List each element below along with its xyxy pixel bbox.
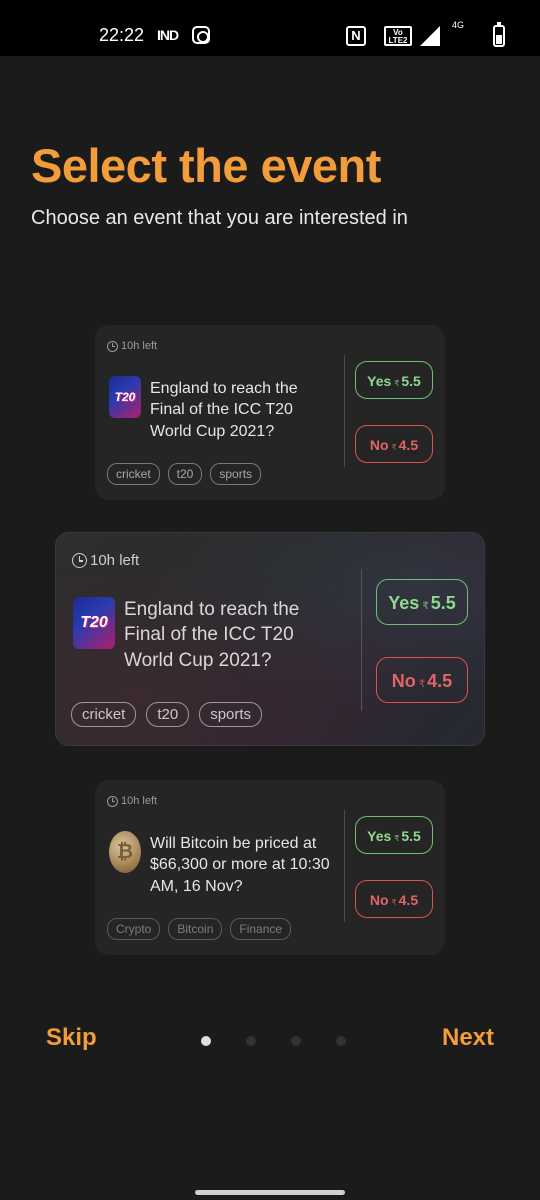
time-left-text: 10h left <box>90 552 140 569</box>
page-dot[interactable] <box>291 1036 301 1046</box>
divider <box>344 355 345 467</box>
status-bar: 22:22 IND N Vo LTE2 4G <box>0 0 540 56</box>
carrier-icon: IND <box>157 27 179 43</box>
yes-button[interactable]: Yes ₹5.5 <box>355 361 433 399</box>
tag-list: cricket t20 sports <box>71 702 272 727</box>
network-4g-icon: 4G <box>452 20 465 30</box>
event-card-focused[interactable]: 10h left T20 England to reach the Final … <box>55 532 485 746</box>
tag: sports <box>199 702 263 727</box>
tag: cricket <box>71 702 137 727</box>
event-card[interactable]: 10h left ₿ Will Bitcoin be priced at $66… <box>95 780 445 955</box>
tag: t20 <box>167 463 203 485</box>
clock-icon <box>72 553 87 568</box>
next-button[interactable]: Next <box>442 1024 494 1052</box>
event-question: Will Bitcoin be priced at $66,300 or mor… <box>150 835 330 895</box>
clock-icon <box>107 795 118 807</box>
tag-list: Crypto Bitcoin Finance <box>107 918 299 940</box>
tag: Crypto <box>107 918 161 940</box>
bitcoin-icon: ₿ <box>109 831 141 873</box>
skip-button[interactable]: Skip <box>46 1024 97 1052</box>
tag: t20 <box>146 702 190 727</box>
clock-icon <box>107 340 118 352</box>
tag: cricket <box>107 463 160 485</box>
event-question: England to reach the Final of the ICC T2… <box>150 380 298 440</box>
yes-button[interactable]: Yes ₹5.5 <box>376 579 468 625</box>
no-button[interactable]: No ₹4.5 <box>355 425 433 463</box>
volte-icon: Vo LTE2 <box>384 26 412 46</box>
time-left: 10h left <box>72 552 139 569</box>
no-button[interactable]: No ₹4.5 <box>376 657 468 703</box>
divider <box>361 569 362 711</box>
time-left: 10h left <box>107 795 157 807</box>
time-left: 10h left <box>107 340 157 352</box>
t20-logo-icon: T20 <box>73 597 115 649</box>
time-left-text: 10h left <box>121 340 158 352</box>
tag: Finance <box>230 918 292 940</box>
event-question: England to reach the Final of the ICC T2… <box>124 599 300 671</box>
no-button[interactable]: No ₹4.5 <box>355 880 433 918</box>
status-time: 22:22 <box>99 25 145 45</box>
signal-icon <box>420 26 440 46</box>
tag-list: cricket t20 sports <box>107 463 269 485</box>
t20-logo-icon: T20 <box>109 376 141 418</box>
page-subtitle: Choose an event that you are interested … <box>31 207 408 229</box>
page-dot[interactable] <box>246 1036 256 1046</box>
page-dot-active[interactable] <box>201 1036 211 1046</box>
instagram-icon <box>192 26 210 44</box>
home-indicator[interactable] <box>195 1190 345 1195</box>
nfc-icon: N <box>346 26 366 46</box>
yes-button[interactable]: Yes ₹5.5 <box>355 816 433 854</box>
event-card[interactable]: 10h left T20 England to reach the Final … <box>95 325 445 500</box>
page-title: Select the event <box>31 139 381 192</box>
time-left-text: 10h left <box>121 795 158 807</box>
divider <box>344 810 345 922</box>
page-dot[interactable] <box>336 1036 346 1046</box>
tag: sports <box>210 463 262 485</box>
tag: Bitcoin <box>168 918 223 940</box>
battery-icon <box>493 22 505 47</box>
